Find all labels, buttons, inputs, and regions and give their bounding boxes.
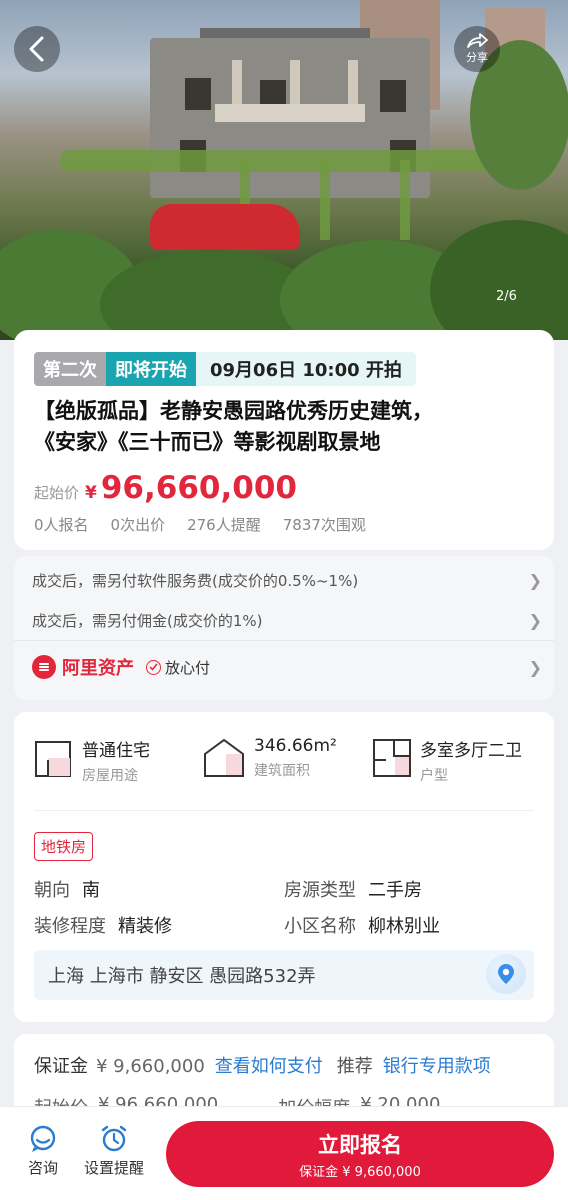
feature-usage: 普通住宅 房屋用途: [34, 736, 150, 785]
deposit-row: 保证金 ¥ 9,660,000 查看如何支付 推荐 银行专用款项: [34, 1052, 491, 1078]
usage-label: 房屋用途: [82, 768, 138, 784]
recommend-label: 推荐: [336, 1056, 373, 1077]
address-text: 上海 上海市 静安区 愚园路532弄: [48, 966, 316, 987]
service-fee-text: 成交后，需另付软件服务费(成交价的0.5%~1%): [32, 571, 359, 590]
deposit-label: 保证金: [34, 1056, 88, 1077]
chevron-right-icon: ❯: [528, 570, 542, 590]
chevron-right-icon: ❯: [528, 657, 542, 677]
floorplan-icon: [373, 739, 411, 777]
map-pin-icon[interactable]: [486, 954, 526, 994]
orientation-value: 南: [82, 880, 100, 901]
back-button[interactable]: [14, 26, 60, 72]
ali-assets-logo-icon: [32, 655, 56, 679]
check-circle-icon: [146, 659, 161, 675]
auction-summary-card: 第二次 即将开始 09月06日 10:00 开拍 【绝版孤品】老静安愚园路优秀历…: [14, 330, 554, 550]
metro-tag: 地铁房: [34, 832, 94, 861]
chat-icon: [30, 1125, 56, 1152]
start-price-value: 96,660,000: [100, 470, 297, 506]
community-key: 小区名称: [284, 916, 356, 937]
orientation-key: 朝向: [34, 880, 70, 901]
auction-stats: 0人报名 0次出价 276人提醒 7837次围观: [34, 514, 366, 535]
stat-reminders: 276人提醒: [187, 516, 261, 534]
community-field: 小区名称 柳林别业: [284, 912, 440, 938]
listing-title-line1: 【绝版孤品】老静安愚园路优秀历史建筑，: [34, 399, 433, 423]
ali-assets-brand: 阿里资产: [62, 658, 134, 679]
auction-status-row: 第二次 即将开始 09月06日 10:00 开拍: [34, 352, 416, 386]
round-badge: 第二次: [34, 352, 106, 386]
source-type-field: 房源类型 二手房: [284, 876, 422, 902]
share-button[interactable]: 分享: [454, 26, 500, 72]
bank-account-link[interactable]: 银行专用款项: [383, 1052, 491, 1078]
bottom-action-bar: 咨询 设置提醒 立即报名 保证金 ¥ 9,660,000: [0, 1106, 568, 1200]
register-deposit-note: 保证金 ¥ 9,660,000: [299, 1164, 421, 1180]
divider: [14, 640, 554, 641]
start-price-label: 起始价: [34, 484, 80, 502]
set-reminder-button[interactable]: 设置提醒: [84, 1125, 144, 1178]
start-time: 09月06日 10:00 开拍: [196, 352, 416, 386]
area-value: 346.66m²: [254, 736, 337, 756]
community-value: 柳林别业: [368, 916, 440, 937]
feature-layout: 多室多厅二卫 户型: [372, 736, 522, 785]
stat-registrations: 0人报名: [34, 516, 89, 534]
listing-title: 【绝版孤品】老静安愚园路优秀历史建筑， 《安家》《三十而已》等影视剧取景地: [34, 396, 544, 458]
layout-value: 多室多厅二卫: [420, 741, 522, 761]
how-to-pay-link[interactable]: 查看如何支付: [215, 1052, 323, 1078]
service-fee-row[interactable]: 成交后，需另付软件服务费(成交价的0.5%~1%) ❯: [32, 562, 542, 598]
start-price: 起始价 ¥ 96,660,000: [34, 470, 297, 506]
commission-text: 成交后，需另付佣金(成交价的1%): [32, 611, 263, 630]
consult-label: 咨询: [28, 1159, 59, 1177]
photo-counter: 2/6: [496, 289, 517, 304]
source-type-key: 房源类型: [284, 880, 356, 901]
currency-symbol: ¥: [85, 483, 97, 503]
usage-value: 普通住宅: [82, 741, 150, 761]
house-area-icon: [204, 738, 244, 777]
chevron-right-icon: ❯: [528, 610, 542, 630]
listing-title-line2: 《安家》《三十而已》等影视剧取景地: [34, 430, 381, 454]
status-badge: 即将开始: [106, 352, 196, 386]
register-now-button[interactable]: 立即报名 保证金 ¥ 9,660,000: [166, 1121, 554, 1187]
house-usage-icon: [35, 741, 71, 777]
divider: [34, 810, 534, 811]
decoration-value: 精装修: [118, 916, 172, 937]
share-icon: [467, 33, 488, 48]
back-arrow-icon: [29, 36, 44, 62]
feature-area: 346.66m² 建筑面积: [202, 736, 337, 780]
orientation-field: 朝向 南: [34, 876, 100, 902]
stat-bids: 0次出价: [110, 516, 166, 534]
fees-card: 成交后，需另付软件服务费(成交价的0.5%~1%) ❯ 成交后，需另付佣金(成交…: [14, 556, 554, 700]
assurance-label: 放心付: [165, 658, 211, 677]
deposit-value: ¥ 9,660,000: [96, 1056, 205, 1077]
ali-assets-row[interactable]: 阿里资产 放心付 ❯: [32, 654, 542, 680]
consult-button[interactable]: 咨询: [28, 1125, 58, 1178]
address-map-bar[interactable]: 上海 上海市 静安区 愚园路532弄: [34, 950, 534, 1000]
commission-row[interactable]: 成交后，需另付佣金(成交价的1%) ❯: [32, 602, 542, 638]
share-label: 分享: [466, 51, 488, 64]
register-label: 立即报名: [318, 1132, 402, 1157]
decoration-field: 装修程度 精装修: [34, 912, 172, 938]
area-label: 建筑面积: [254, 763, 310, 779]
stat-views: 7837次围观: [282, 516, 366, 534]
property-info-card: 普通住宅 房屋用途 346.66m² 建筑面积 多室多厅二卫 户型 地铁房 朝向…: [14, 712, 554, 1022]
reminder-label: 设置提醒: [84, 1159, 145, 1177]
property-photo[interactable]: 分享 2/6: [0, 0, 568, 340]
alarm-clock-icon: [101, 1125, 127, 1152]
decoration-key: 装修程度: [34, 916, 106, 937]
source-type-value: 二手房: [368, 880, 422, 901]
layout-label: 户型: [420, 768, 448, 784]
